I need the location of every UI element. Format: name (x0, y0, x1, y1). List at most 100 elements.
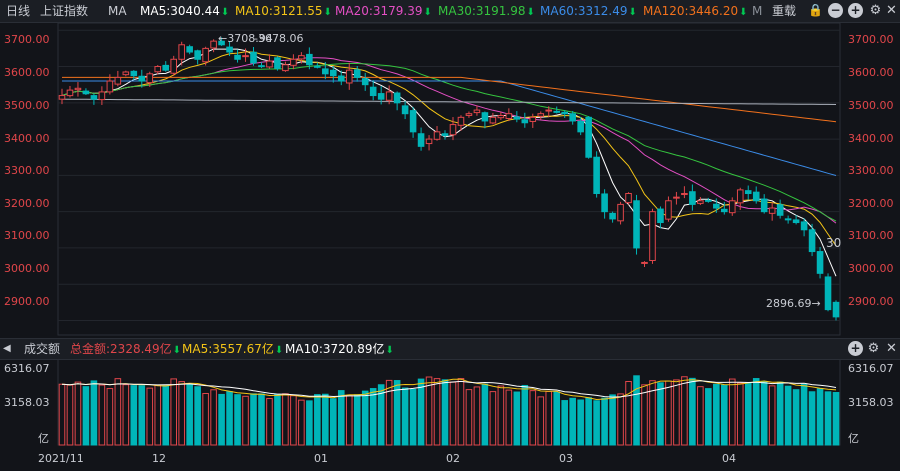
settings-icon[interactable]: ⚙ (868, 3, 883, 18)
candle-body (577, 120, 584, 133)
collapse-icon[interactable]: ◀ (3, 339, 11, 359)
candle-body (234, 54, 241, 60)
volume-ma10: MA10:3720.89亿⬇ (285, 342, 394, 356)
candle-body (832, 301, 840, 318)
candle-body (146, 73, 154, 84)
low-annotation: 2896.69→ (766, 297, 821, 310)
candle-body (824, 276, 832, 311)
right-tag: 30 (826, 236, 842, 250)
candle-body (744, 190, 752, 195)
volume-bar (816, 388, 824, 446)
candle-body (154, 66, 162, 73)
volume-bar (337, 390, 345, 446)
volume-settings-icon[interactable]: ⚙ (866, 341, 881, 356)
volume-chart[interactable] (0, 359, 900, 447)
volume-bar (162, 385, 170, 446)
date-tick: 02 (446, 452, 460, 465)
candle-body (513, 116, 521, 120)
candle-body (66, 89, 74, 97)
date-tick: 03 (559, 452, 573, 465)
candle-body (457, 116, 465, 126)
candle-body (138, 75, 146, 82)
volume-bar (697, 386, 704, 446)
volume-bar (330, 398, 337, 446)
candle-body (290, 58, 297, 66)
candle-body (649, 211, 656, 262)
candle-body (697, 200, 704, 204)
candle-body (178, 44, 185, 60)
lock-icon[interactable]: 🔒 (808, 4, 823, 17)
ma5-line (61, 48, 837, 277)
candle-body (473, 109, 481, 114)
date-tick: 04 (722, 452, 736, 465)
candle-body (202, 47, 209, 63)
ma30-value: MA30:3191.98⬇ (438, 4, 535, 18)
candle-body (377, 93, 385, 100)
candle-body (250, 51, 257, 64)
candle-body (521, 119, 529, 124)
candle-body (569, 113, 576, 122)
volume-bar (529, 390, 537, 446)
candle-body (361, 78, 369, 86)
volume-bar (705, 388, 712, 446)
high2-annotation: -3678.06 (254, 32, 304, 45)
volume-bar (673, 379, 680, 446)
volume-title[interactable]: 成交额 (24, 339, 60, 359)
candle-body (314, 65, 321, 68)
zoom-in-icon[interactable]: + (848, 3, 863, 18)
volume-bar (665, 380, 672, 446)
zoom-out-icon[interactable]: − (828, 3, 843, 18)
volume-bar (792, 389, 800, 446)
ma10-value: MA10:3121.55⬇ (235, 4, 332, 18)
ma250-line (62, 98, 837, 105)
ma-indicator-label[interactable]: MA (108, 0, 127, 22)
volume-close-icon[interactable]: ✕ (884, 341, 899, 356)
more-indicator[interactable]: M (752, 0, 762, 22)
candle-body (601, 193, 608, 213)
volume-zoom-in-icon[interactable]: + (848, 341, 863, 356)
candle-body (768, 207, 776, 214)
volume-bar (98, 384, 106, 446)
volume-bar (210, 389, 217, 446)
volume-bar (146, 387, 154, 446)
candle-body (784, 218, 792, 221)
volume-bar (130, 385, 138, 446)
candle-body (401, 105, 409, 115)
candle-body (728, 200, 736, 214)
volume-bar (713, 383, 720, 446)
volume-bar (186, 384, 193, 446)
candle-body (226, 46, 233, 53)
index-name[interactable]: 上证指数 (40, 0, 88, 22)
price-chart[interactable] (0, 23, 900, 337)
candle-body (792, 219, 800, 224)
candle-body (617, 203, 624, 222)
volume-bar (74, 381, 82, 446)
candle-body (330, 69, 337, 77)
volume-bar (585, 397, 592, 446)
volume-bar (314, 394, 321, 446)
volume-bar (361, 390, 369, 446)
candle-body (553, 110, 561, 113)
volume-bar (800, 384, 808, 446)
volume-header: ◀ 成交额 总金额:2328.49亿⬇ MA5:3557.67亿⬇ MA10:3… (0, 338, 900, 360)
volume-bar (441, 379, 449, 446)
period-label[interactable]: 日线 (6, 0, 30, 22)
candle-body (186, 46, 193, 53)
candle-body (170, 58, 177, 74)
candle-body (58, 95, 66, 100)
candle-body (74, 87, 82, 91)
candle-body (776, 204, 784, 216)
restore-button[interactable]: 重载 (772, 0, 796, 22)
candle-body (561, 111, 568, 115)
date-tick: 01 (314, 452, 328, 465)
close-icon[interactable]: ✕ (884, 3, 899, 18)
candle-body (98, 91, 106, 101)
volume-bar (721, 384, 728, 446)
volume-bar (345, 395, 353, 446)
volume-bar (242, 395, 249, 446)
candle-body (736, 189, 744, 204)
volume-bar (409, 388, 417, 446)
candle-body (82, 90, 90, 95)
volume-bar (736, 382, 744, 446)
volume-bar (561, 400, 568, 446)
